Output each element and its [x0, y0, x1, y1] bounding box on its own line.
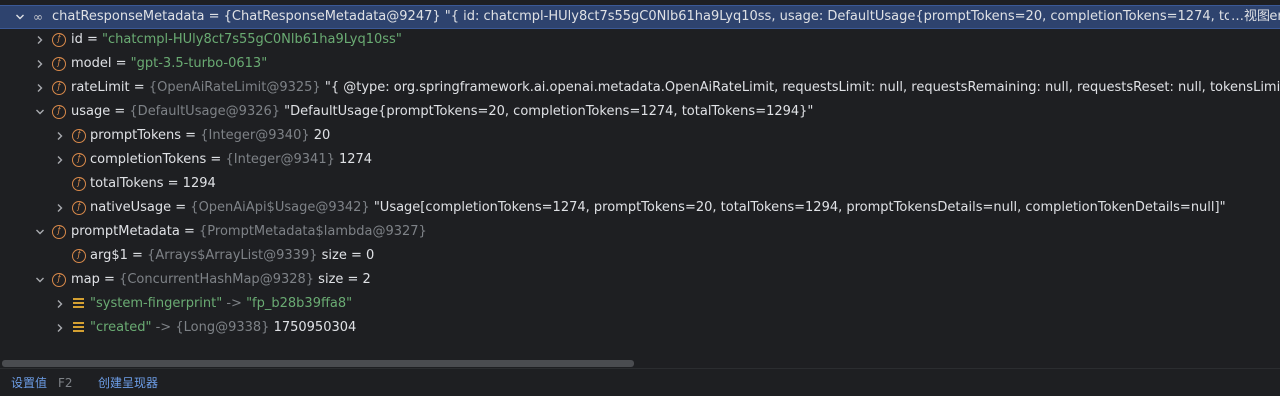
create-renderer-link[interactable]: 创建呈现器 — [98, 374, 158, 392]
map-entry-key: "created" — [90, 320, 152, 335]
variable-name: nativeUsage — [90, 200, 172, 215]
field-icon: f — [72, 177, 86, 191]
tree-row-arg1[interactable]: f arg$1 = {Arrays$ArrayList@9339} size =… — [0, 244, 1280, 268]
variable-name: rateLimit — [71, 80, 130, 95]
chevron-right-icon[interactable] — [53, 196, 67, 220]
variable-type: {OpenAiApi$Usage@9342} — [190, 200, 370, 215]
variable-type: {Integer@9341} — [225, 152, 335, 167]
variable-name: totalTokens — [90, 176, 164, 191]
field-icon: f — [52, 273, 66, 287]
chevron-down-icon[interactable] — [33, 268, 47, 292]
variable-type: {ChatResponseMetadata@9247} — [223, 9, 441, 24]
chevron-down-icon[interactable] — [13, 6, 27, 28]
view-link[interactable]: …视图 — [1229, 6, 1271, 28]
chevron-right-icon[interactable] — [53, 148, 67, 172]
variable-value: 1274 — [334, 152, 373, 167]
tree-row-map-entry-created[interactable]: "created" -> {Long@9338} 1750950304 — [0, 316, 1280, 340]
variable-name: model — [71, 56, 112, 71]
variable-value: size = 0 — [317, 248, 375, 263]
tree-row-promptMetadata[interactable]: f promptMetadata = {PromptMetadata$lambd… — [0, 220, 1280, 244]
infinity-icon: ∞ — [33, 10, 43, 24]
tree-row-nativeUsage[interactable]: f nativeUsage = {OpenAiApi$Usage@9342} "… — [0, 196, 1280, 220]
chevron-right-icon[interactable] — [53, 124, 67, 148]
variable-value: "{ id: chatcmpl-HUly8ct7s55gC0Nlb61ha9Ly… — [440, 9, 1280, 24]
tree-row-model[interactable]: f model = "gpt-3.5-turbo-0613" — [0, 52, 1280, 76]
field-icon: f — [72, 249, 86, 263]
debugger-variables-tree: ∞ chatResponseMetadata = {ChatResponseMe… — [0, 0, 1280, 358]
chevron-right-icon[interactable] — [33, 28, 47, 52]
variable-value: 20 — [309, 128, 331, 143]
tree-row-totalTokens[interactable]: f totalTokens = 1294 — [0, 172, 1280, 196]
variable-value: "Usage[completionTokens=1274, promptToke… — [369, 200, 1226, 215]
tree-row-promptTokens[interactable]: f promptTokens = {Integer@9340} 20 — [0, 124, 1280, 148]
variable-name: map — [71, 272, 100, 287]
chevron-right-icon[interactable] — [33, 52, 47, 76]
field-icon: f — [52, 33, 66, 47]
field-icon: f — [52, 81, 66, 95]
variable-name: id — [71, 32, 83, 47]
tree-row-id[interactable]: f id = "chatcmpl-HUly8ct7s55gC0Nlb61ha9L… — [0, 28, 1280, 52]
chevron-down-icon[interactable] — [33, 100, 47, 124]
chevron-down-icon[interactable] — [33, 220, 47, 244]
field-icon: f — [72, 201, 86, 215]
variable-value: "gpt-3.5-turbo-0613" — [130, 56, 268, 71]
map-entry-icon — [73, 298, 84, 310]
chevron-right-icon[interactable] — [33, 76, 47, 100]
tree-row-chatResponseMetadata[interactable]: ∞ chatResponseMetadata = {ChatResponseMe… — [0, 5, 1280, 29]
chevron-right-icon[interactable] — [53, 292, 67, 316]
horizontal-scrollbar[interactable] — [2, 360, 634, 367]
field-icon: f — [52, 57, 66, 71]
field-icon: f — [72, 129, 86, 143]
map-entry-value: "fp_b28b39ffa8" — [246, 296, 353, 311]
field-icon: f — [52, 225, 66, 239]
tree-row-map[interactable]: f map = {ConcurrentHashMap@9328} size = … — [0, 268, 1280, 292]
debugger-statusbar: 设置值 F2 创建呈现器 — [0, 368, 1280, 396]
variable-type: {DefaultUsage@9326} — [129, 104, 281, 119]
map-entry-value: 1750950304 — [269, 320, 357, 335]
variable-type: {OpenAiRateLimit@9325} — [148, 80, 321, 95]
field-icon: f — [52, 105, 66, 119]
map-entry-key: "system-fingerprint" — [90, 296, 223, 311]
variable-value: "{ @type: org.springframework.ai.openai.… — [324, 80, 1280, 95]
set-value-link[interactable]: 设置值 — [11, 374, 47, 392]
tree-row-usage[interactable]: f usage = {DefaultUsage@9326} "DefaultUs… — [0, 100, 1280, 124]
variable-name: completionTokens — [90, 152, 207, 167]
tree-row-completionTokens[interactable]: f completionTokens = {Integer@9341} 1274 — [0, 148, 1280, 172]
variable-name: chatResponseMetadata — [52, 9, 205, 24]
variable-name: promptTokens — [90, 128, 182, 143]
variable-type: {ConcurrentHashMap@9328} — [119, 272, 315, 287]
variable-value: "DefaultUsage{promptTokens=20, completio… — [280, 104, 814, 119]
variable-name: arg$1 — [90, 248, 128, 263]
chevron-right-icon[interactable] — [53, 316, 67, 340]
variable-value: 1294 — [182, 176, 216, 191]
variable-type: {Arrays$ArrayList@9339} — [147, 248, 318, 263]
map-entry-icon — [73, 322, 84, 334]
variable-value: "chatcmpl-HUly8ct7s55gC0Nlb61ha9Lyq10ss" — [102, 32, 402, 47]
map-entry-type: {Long@9338} — [175, 320, 270, 335]
variable-name: usage — [71, 104, 111, 119]
variable-name: promptMetadata — [71, 224, 180, 239]
tree-row-rateLimit[interactable]: f rateLimit = {OpenAiRateLimit@9325} "{ … — [0, 76, 1280, 100]
tree-row-map-entry-system-fingerprint[interactable]: "system-fingerprint" -> "fp_b28b39ffa8" — [0, 292, 1280, 316]
variable-value: size = 2 — [314, 272, 371, 287]
variable-type: {Integer@9340} — [200, 128, 310, 143]
field-icon: f — [72, 153, 86, 167]
variable-type: {PromptMetadata$lambda@9327} — [199, 224, 427, 239]
set-value-shortcut: F2 — [58, 376, 73, 390]
